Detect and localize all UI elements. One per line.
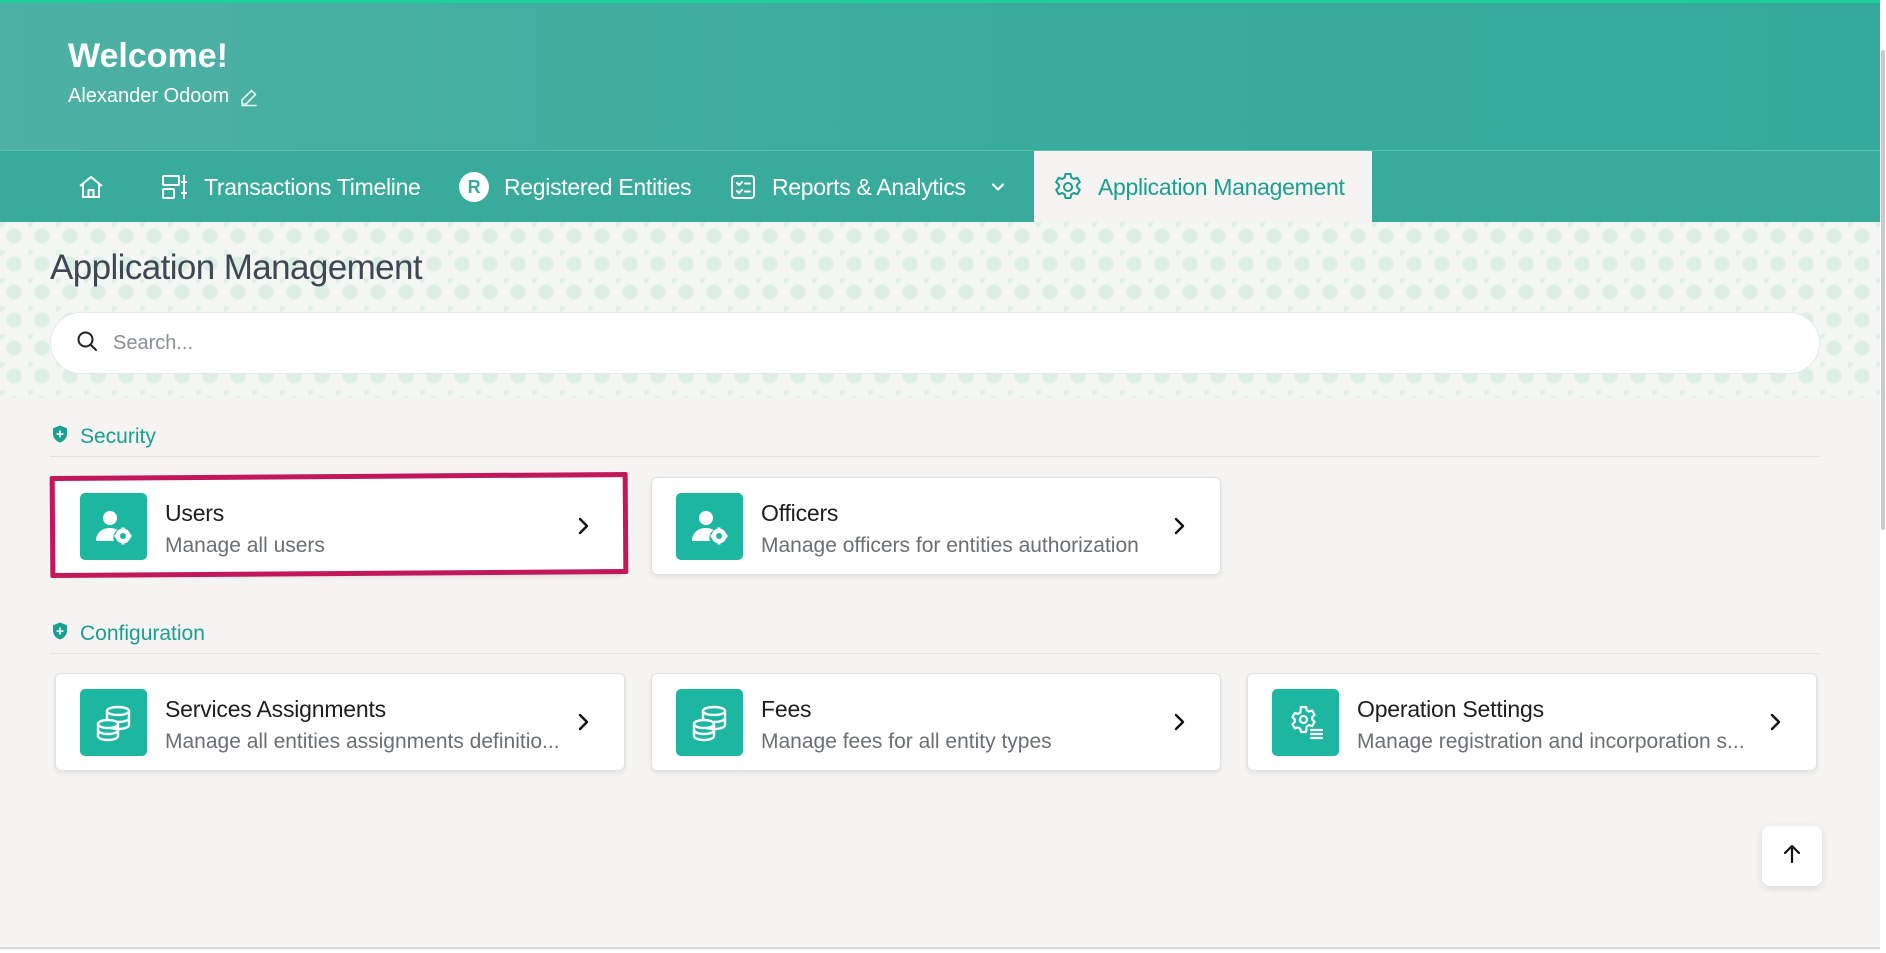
database-icon xyxy=(80,689,147,756)
registered-r-icon: R xyxy=(458,171,490,203)
checklist-icon xyxy=(728,172,758,202)
arrow-up-icon xyxy=(1780,842,1804,871)
search-icon xyxy=(75,329,99,358)
card-operation-settings[interactable]: Operation Settings Manage registration a… xyxy=(1247,673,1817,771)
chevron-right-icon xyxy=(1764,711,1786,738)
nav-label-application-management: Application Management xyxy=(1098,173,1345,200)
page: Welcome! Alexander Odoom Transactions Ti… xyxy=(0,0,1880,950)
shield-icon xyxy=(50,424,70,450)
chevron-down-icon[interactable] xyxy=(988,177,1008,197)
chevron-right-icon xyxy=(1168,711,1190,738)
section-header-security: Security xyxy=(50,417,1820,457)
card-desc-operation-settings: Manage registration and incorporation s.… xyxy=(1357,730,1745,753)
hero-section: Application Management xyxy=(0,222,1880,398)
gear-icon xyxy=(1052,171,1084,203)
welcome-heading: Welcome! xyxy=(68,37,228,75)
database-icon xyxy=(676,689,743,756)
card-desc-services-assignments: Manage all entities assignments definiti… xyxy=(165,730,560,753)
card-title-officers: Officers xyxy=(761,500,839,526)
section-title-configuration: Configuration xyxy=(80,621,205,645)
card-desc-officers: Manage officers for entities authorizati… xyxy=(761,534,1139,557)
nav-registered-entities[interactable]: R Registered Entities xyxy=(458,151,692,223)
nav-transactions-timeline[interactable]: Transactions Timeline xyxy=(160,151,421,223)
nav-label-reports-analytics: Reports & Analytics xyxy=(772,173,966,200)
card-services-assignments[interactable]: Services Assignments Manage all entities… xyxy=(55,673,625,771)
card-title-operation-settings: Operation Settings xyxy=(1357,696,1544,722)
nav-reports-analytics[interactable]: Reports & Analytics xyxy=(728,151,1008,223)
card-title-users: Users xyxy=(165,500,225,526)
chevron-right-icon xyxy=(572,711,594,738)
card-users[interactable]: Users Manage all users xyxy=(55,477,625,575)
username: Alexander Odoom xyxy=(68,85,230,107)
scroll-top-button[interactable] xyxy=(1762,826,1822,886)
gear-list-icon xyxy=(1272,689,1339,756)
scrollbar-thumb[interactable] xyxy=(1881,50,1885,530)
shield-icon xyxy=(50,621,70,647)
nav-home[interactable] xyxy=(76,151,106,223)
card-fees[interactable]: Fees Manage fees for all entity types xyxy=(651,673,1221,771)
pencil-icon[interactable] xyxy=(239,87,259,107)
page-bottom-border xyxy=(0,947,1880,949)
nav-label-transactions-timeline: Transactions Timeline xyxy=(204,173,421,200)
header-banner: Welcome! Alexander Odoom xyxy=(0,0,1880,150)
nav-label-registered-entities: Registered Entities xyxy=(504,173,692,200)
card-desc-users: Manage all users xyxy=(165,534,325,557)
card-title-services-assignments: Services Assignments xyxy=(165,696,386,722)
username-row: Alexander Odoom xyxy=(68,85,259,108)
section-title-security: Security xyxy=(80,424,156,448)
card-desc-fees: Manage fees for all entity types xyxy=(761,730,1052,753)
card-title-fees: Fees xyxy=(761,696,812,722)
section-header-configuration: Configuration xyxy=(50,614,1820,654)
main-nav: Transactions Timeline R Registered Entit… xyxy=(0,150,1880,223)
chevron-right-icon xyxy=(572,515,594,542)
page-title: Application Management xyxy=(50,248,423,287)
user-gear-icon xyxy=(80,493,147,560)
tab-application-management[interactable]: Application Management xyxy=(1034,151,1372,223)
chevron-right-icon xyxy=(1168,515,1190,542)
card-officers[interactable]: Officers Manage officers for entities au… xyxy=(651,477,1221,575)
home-icon xyxy=(76,172,106,202)
search-bar[interactable] xyxy=(50,312,1820,374)
timeline-icon xyxy=(160,172,190,202)
user-gear-icon xyxy=(676,493,743,560)
svg-text:R: R xyxy=(468,177,481,197)
search-input[interactable] xyxy=(113,331,1713,355)
